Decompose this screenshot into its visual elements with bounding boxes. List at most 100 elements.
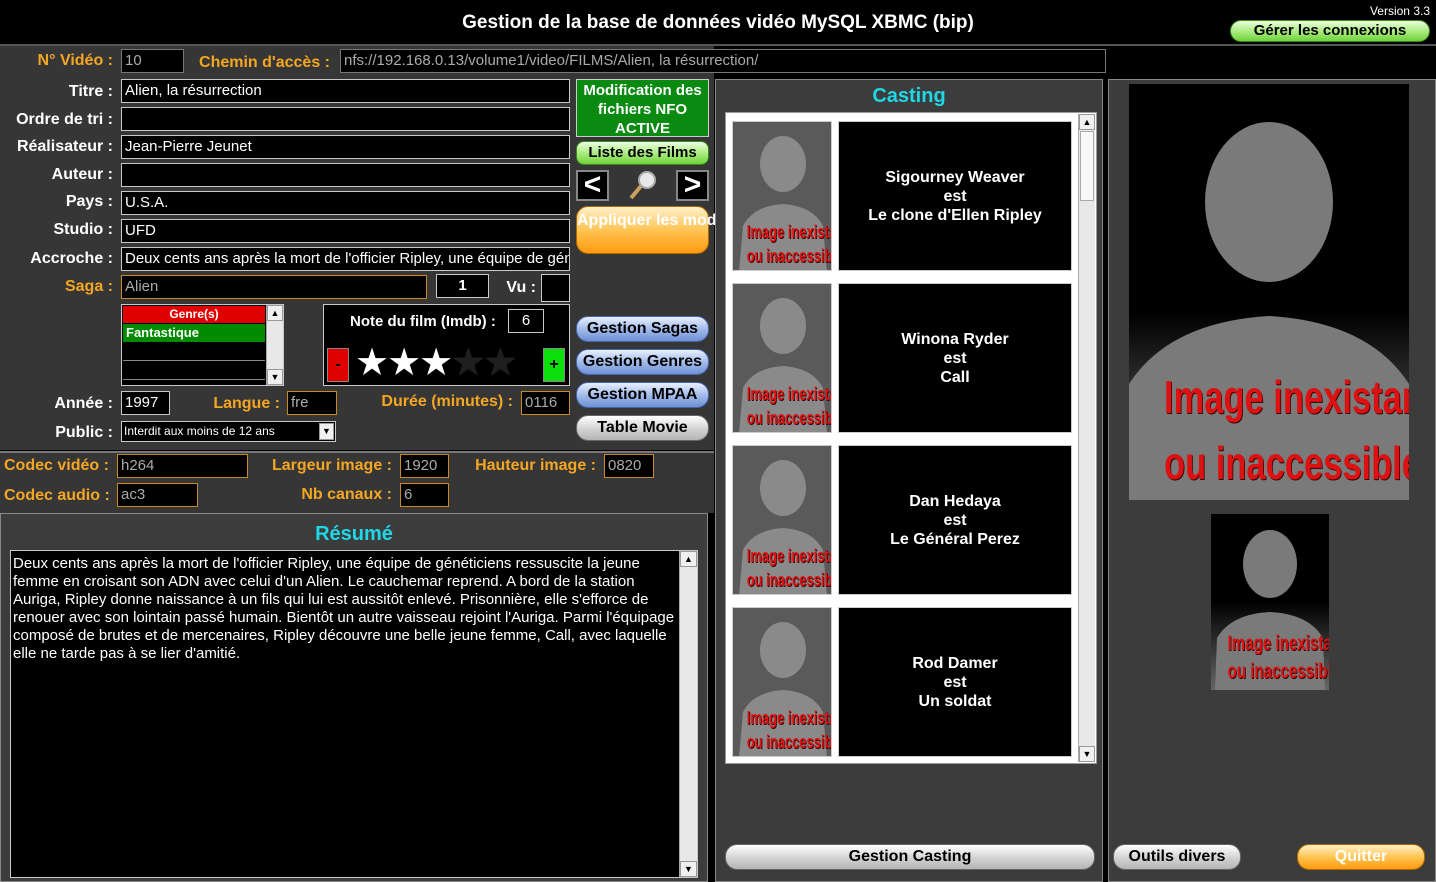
scroll-thumb[interactable] (1080, 131, 1094, 201)
channels-field[interactable]: 6 (400, 483, 449, 507)
rating-box: Note du film (Imdb) : 6 - ★★★★★ + (323, 304, 570, 386)
star-rating[interactable]: ★★★★★ (355, 343, 541, 383)
scroll-down-icon[interactable]: ▼ (1079, 746, 1095, 762)
role-name: Le clone d'Ellen Ripley (868, 206, 1042, 224)
scroll-up-icon[interactable]: ▲ (1079, 114, 1095, 130)
no-image-text: Image inexistante (746, 708, 831, 728)
manage-casting-button[interactable]: Gestion Casting (725, 844, 1095, 870)
genre-list-header: Genre(s) (123, 306, 265, 323)
path-field[interactable]: nfs://192.168.0.13/volume1/video/FILMS/A… (340, 49, 1106, 73)
author-label: Auteur : (51, 166, 113, 183)
manage-mpaa-button[interactable]: Gestion MPAA (576, 382, 709, 408)
scroll-down-icon[interactable]: ▼ (680, 861, 697, 877)
country-field[interactable]: U.S.A. (121, 191, 570, 215)
star-icon[interactable]: ★ (451, 342, 485, 384)
manage-sagas-button[interactable]: Gestion Sagas (576, 316, 709, 342)
tagline-label: Accroche : (30, 250, 113, 267)
language-field[interactable]: fre (287, 391, 337, 415)
cast-entry-info[interactable]: Dan Hedaya est Le Général Perez (838, 445, 1072, 595)
genre-item[interactable] (123, 362, 265, 380)
genre-item[interactable] (123, 343, 265, 361)
channels-label: Nb canaux : (301, 486, 392, 503)
rating-label: Note du film (Imdb) : (350, 313, 496, 330)
duration-field[interactable]: 0116 (521, 391, 570, 415)
actor-photo: Image inexistante ou inaccessible (732, 283, 832, 433)
audio-codec-field[interactable]: ac3 (117, 483, 198, 507)
casting-list[interactable]: Image inexistante ou inaccessible Sigour… (725, 112, 1097, 764)
public-select-value: Interdit aux moins de 12 ans (124, 424, 275, 438)
casting-scrollbar[interactable]: ▲ ▼ (1078, 114, 1095, 762)
public-select[interactable]: Interdit aux moins de 12 ans ▼ (121, 421, 336, 442)
duration-label: Durée (minutes) : (381, 393, 513, 410)
actor-name: Winona Ryder (901, 330, 1009, 348)
star-icon[interactable]: ★ (483, 342, 517, 384)
actor-photo: Image inexistante ou inaccessible (732, 607, 832, 757)
video-no-field[interactable]: 10 (121, 49, 184, 73)
star-icon[interactable]: ★ (387, 342, 421, 384)
poster-panel: Image inexistante ou inaccessible Image … (1108, 79, 1436, 882)
casting-title: Casting (872, 85, 946, 107)
seen-field[interactable] (541, 274, 570, 302)
apply-changes-button[interactable]: Appliquer les modifications (576, 206, 787, 254)
quit-button[interactable]: Quitter (1297, 844, 1425, 870)
summary-textarea[interactable]: Deux cents ans après la mort de l'offici… (10, 550, 698, 878)
director-field[interactable]: Jean-Pierre Jeunet (121, 135, 570, 159)
manage-connections-button[interactable]: Gérer les connexions (1230, 20, 1430, 42)
scroll-down-icon[interactable]: ▼ (267, 369, 283, 385)
no-image-text: ou inaccessible (746, 570, 832, 590)
chevron-down-icon[interactable]: ▼ (319, 423, 334, 440)
star-icon[interactable]: ★ (419, 342, 453, 384)
genre-list-scrollbar[interactable]: ▲ ▼ (266, 305, 283, 385)
rating-increase-button[interactable]: + (543, 348, 565, 382)
genre-item[interactable]: Fantastique (123, 324, 265, 342)
path-label: Chemin d'accès : (199, 54, 330, 71)
height-field[interactable]: 0820 (604, 454, 654, 478)
rating-decrease-button[interactable]: - (327, 348, 349, 382)
cast-entry-info[interactable]: Winona Ryder est Call (838, 283, 1072, 433)
film-list-button[interactable]: Liste des Films (576, 141, 709, 165)
summary-panel: Résumé Deux cents ans après la mort de l… (0, 513, 708, 882)
search-icon[interactable] (626, 168, 660, 202)
no-image-text: ou inaccessible (746, 408, 832, 428)
is-word: est (943, 673, 967, 691)
saga-number-field[interactable]: 1 (436, 274, 489, 298)
title-field[interactable]: Alien, la résurrection (121, 79, 570, 103)
video-no-label: N° Vidéo : (37, 52, 113, 69)
manage-genres-button[interactable]: Gestion Genres (576, 349, 709, 375)
table-movie-button[interactable]: Table Movie (576, 415, 709, 441)
no-image-text: Image inexistante (1227, 632, 1329, 655)
tagline-field[interactable]: Deux cents ans après la mort de l'offici… (121, 247, 570, 271)
sort-field[interactable] (121, 107, 570, 131)
title-bar: Gestion de la base de données vidéo MySQ… (0, 0, 1436, 46)
scroll-up-icon[interactable]: ▲ (680, 551, 697, 567)
studio-field[interactable]: UFD (121, 219, 570, 243)
rating-field[interactable]: 6 (508, 309, 544, 333)
video-codec-field[interactable]: h264 (117, 454, 248, 478)
genre-list[interactable]: Genre(s) Fantastique ▲ ▼ (121, 304, 284, 386)
role-name: Un soldat (918, 692, 992, 710)
cast-entry-info[interactable]: Sigourney Weaver est Le clone d'Ellen Ri… (838, 121, 1072, 271)
width-field[interactable]: 1920 (400, 454, 449, 478)
no-image-text: ou inaccessible (1227, 660, 1329, 683)
author-field[interactable] (121, 163, 570, 187)
prev-button[interactable]: < (576, 170, 609, 201)
is-word: est (943, 511, 967, 529)
thumbnail-image: Image inexistante ou inaccessible (1211, 514, 1329, 690)
cast-entry-info[interactable]: Rod Damer est Un soldat (838, 607, 1072, 757)
summary-scrollbar[interactable]: ▲ ▼ (679, 551, 697, 877)
summary-title: Résumé (315, 523, 393, 545)
saga-field[interactable]: Alien (121, 275, 427, 299)
no-image-text: ou inaccessible (746, 732, 832, 752)
actor-photo: Image inexistante ou inaccessible (732, 121, 832, 271)
next-button[interactable]: > (676, 170, 709, 201)
language-label: Langue : (213, 395, 280, 412)
year-field[interactable]: 1997 (121, 391, 170, 415)
width-label: Largeur image : (271, 457, 392, 474)
audio-codec-label: Codec audio : (4, 487, 110, 504)
no-image-text: Image inexistante (1164, 371, 1409, 423)
actor-photo: Image inexistante ou inaccessible (732, 445, 832, 595)
misc-tools-button[interactable]: Outils divers (1113, 844, 1241, 870)
star-icon[interactable]: ★ (355, 342, 389, 384)
year-label: Année : (54, 395, 113, 412)
scroll-up-icon[interactable]: ▲ (267, 305, 283, 321)
